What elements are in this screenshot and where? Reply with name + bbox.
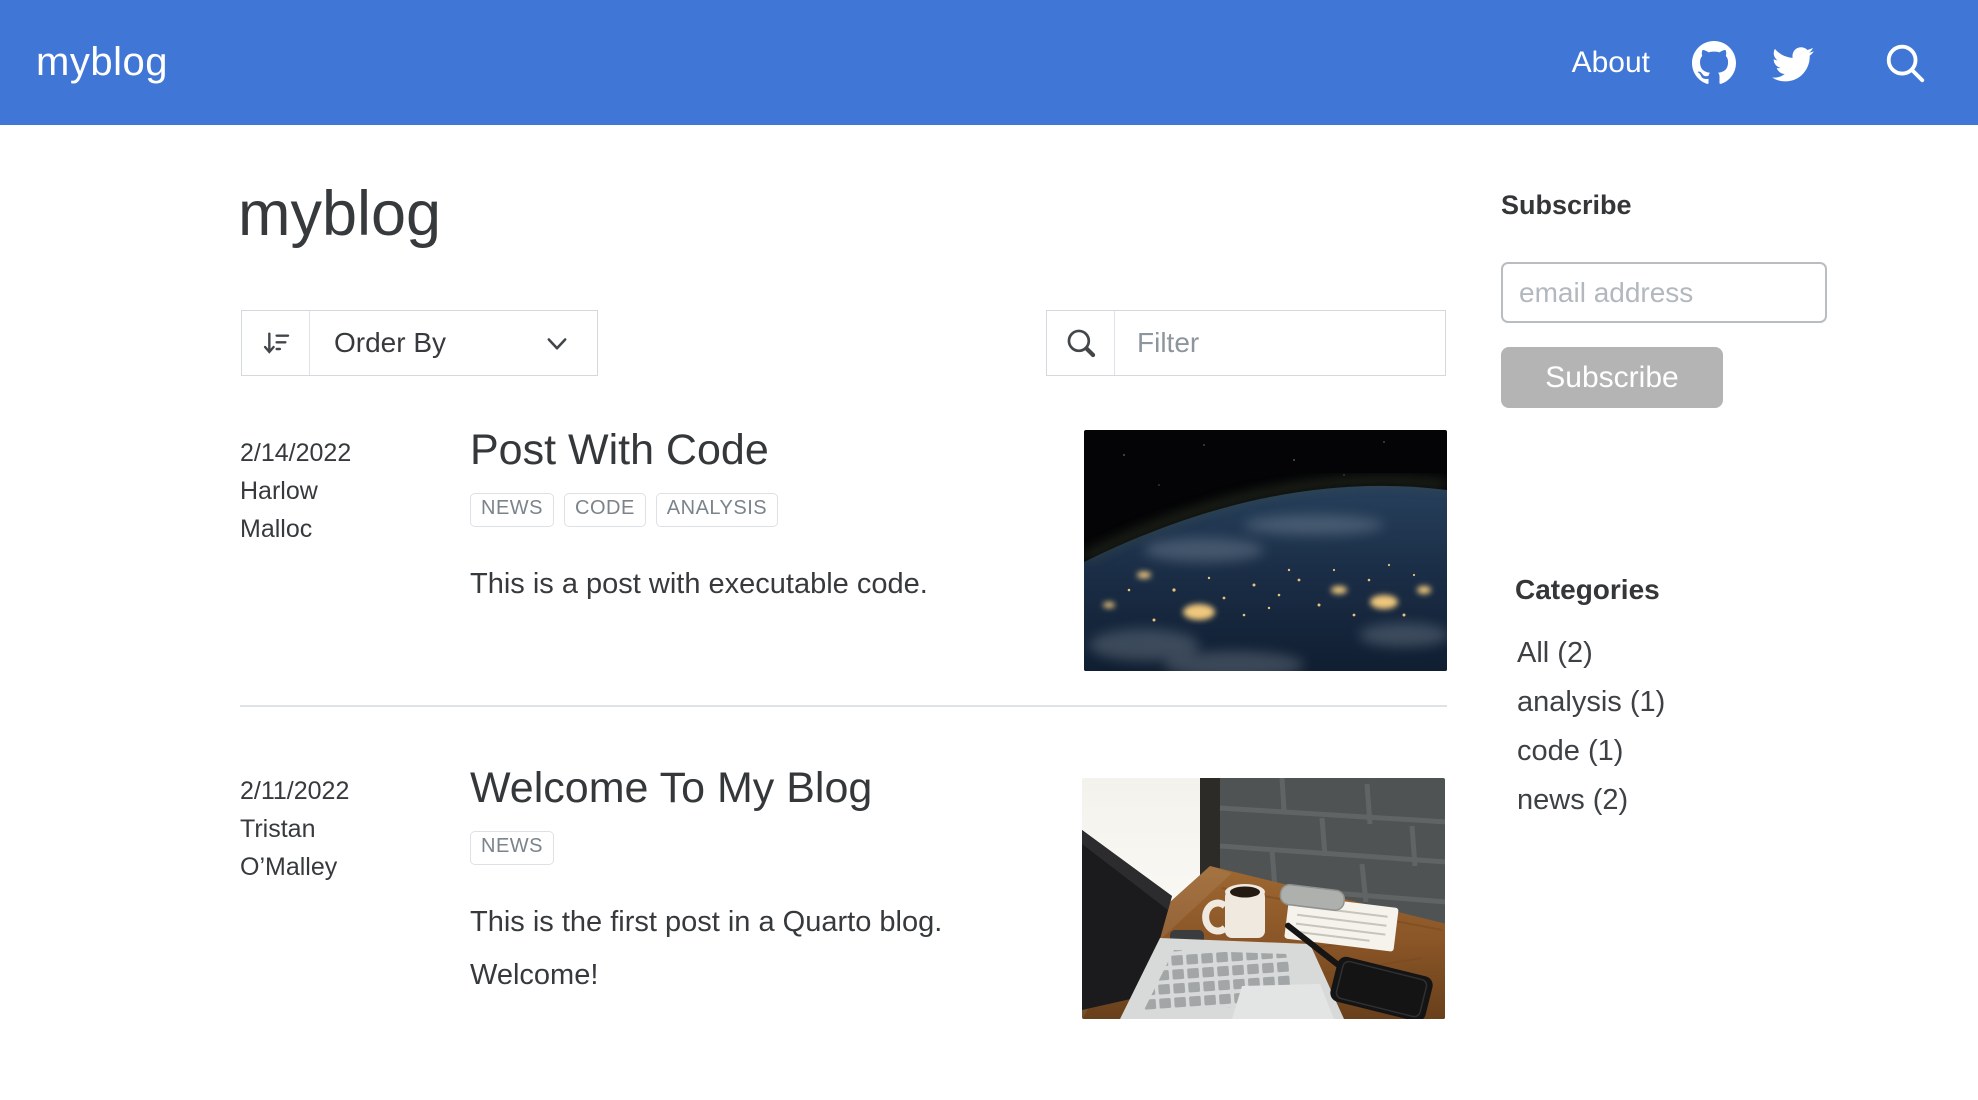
post-body: Welcome To My Blog NEWS This is the firs… [470,762,1036,1002]
order-by-dropdown[interactable]: Order By [241,310,598,376]
github-icon[interactable] [1692,40,1736,85]
page-title: myblog [238,179,442,249]
subscribe-button[interactable]: Subscribe [1501,347,1723,408]
post-description: This is the first post in a Quarto blog.… [470,905,943,991]
post-body: Post With Code NEWS CODE ANALYSIS This i… [470,424,1036,611]
subscribe-heading: Subscribe [1501,190,1632,220]
navbar-right: About [1572,40,1928,86]
category-code[interactable]: code (1) [1517,727,1665,776]
navbar-brand[interactable]: myblog [36,40,168,85]
tag-news[interactable]: NEWS [470,830,554,865]
post-title-link[interactable]: Welcome To My Blog [470,762,1036,816]
navbar: myblog About [0,0,1978,125]
post-date: 2/14/2022 [240,439,352,467]
sort-icon [242,311,310,375]
order-by-label: Order By [334,327,447,358]
filter-search-icon [1047,311,1115,375]
post-meta: 2/11/2022 Tristan O’Malley [240,762,392,1002]
categories-list: All (2) analysis (1) code (1) news (2) [1517,629,1665,825]
twitter-icon[interactable] [1772,42,1814,84]
category-analysis[interactable]: analysis (1) [1517,678,1665,727]
post-date: 2/11/2022 [240,777,350,805]
filter-input[interactable] [1115,311,1498,375]
tag-code[interactable]: CODE [564,492,646,527]
email-field[interactable] [1501,262,1827,323]
post-title-link[interactable]: Post With Code [470,424,1036,478]
tag-analysis[interactable]: ANALYSIS [655,492,779,527]
post-author: Tristan O’Malley [240,815,338,881]
post-meta: 2/14/2022 Harlow Malloc [240,424,392,611]
post-thumbnail-earth-at-night[interactable] [1084,430,1447,671]
post-tags: NEWS [470,830,1036,865]
nav-link-about[interactable]: About [1572,46,1650,80]
category-news[interactable]: news (2) [1517,776,1665,825]
post-author: Harlow Malloc [240,477,318,543]
chevron-down-icon [543,311,597,375]
tag-news[interactable]: NEWS [470,492,554,527]
post-description: This is a post with executable code. [470,567,928,600]
post-tags: NEWS CODE ANALYSIS [470,492,1036,527]
post-thumbnail-desk-laptop[interactable] [1082,778,1445,1019]
categories-heading: Categories [1515,574,1660,605]
filter-control [1046,310,1498,376]
category-all[interactable]: All (2) [1517,629,1665,678]
post-separator [240,705,1447,707]
search-icon[interactable] [1882,40,1928,86]
